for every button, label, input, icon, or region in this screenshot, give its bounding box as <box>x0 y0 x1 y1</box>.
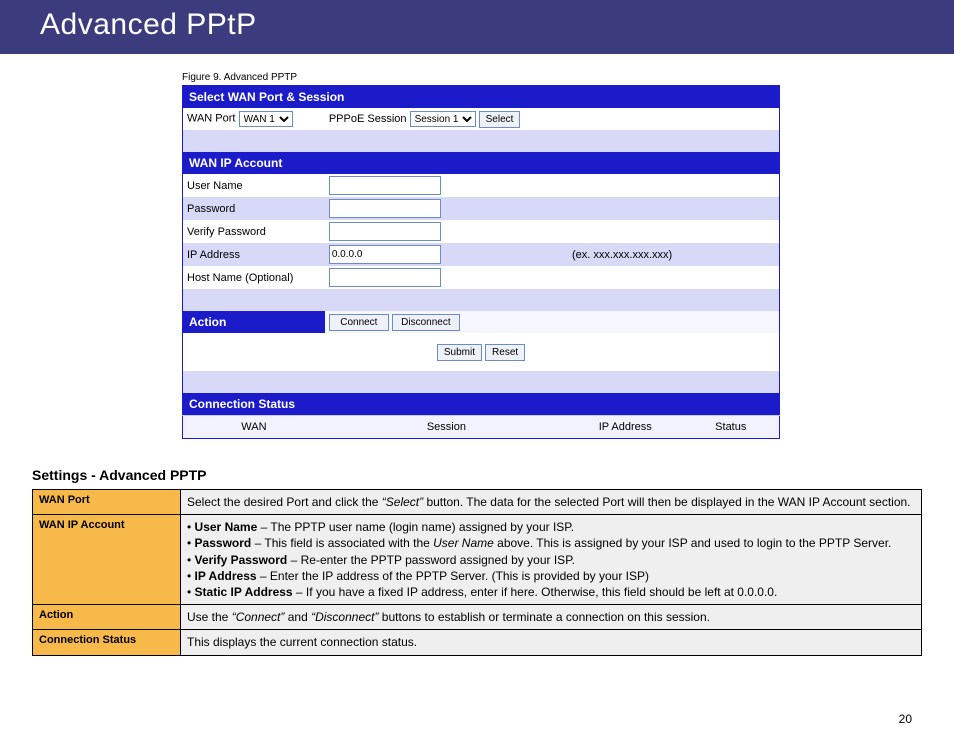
password-input[interactable] <box>329 199 441 218</box>
connect-button[interactable]: Connect <box>329 314 389 331</box>
section-action: Action <box>183 311 325 333</box>
host-name-input[interactable] <box>329 268 441 287</box>
password-label: Password <box>183 197 325 220</box>
ip-address-hint: (ex. xxx.xxx.xxx.xxx) <box>568 243 780 266</box>
status-col-ip: IP Address <box>568 416 683 439</box>
figure-caption: Figure 9. Advanced PPTP <box>182 72 954 83</box>
submit-button[interactable]: Submit <box>437 344 482 361</box>
pppoe-session-label: PPPoE Session <box>329 113 407 125</box>
help-label: WAN Port <box>33 490 181 515</box>
verify-password-input[interactable] <box>329 222 441 241</box>
help-desc: This displays the current connection sta… <box>181 630 922 655</box>
user-name-label: User Name <box>183 174 325 197</box>
wan-port-select[interactable]: WAN 1 <box>239 111 293 127</box>
section-wan-ip: WAN IP Account <box>183 152 780 174</box>
status-col-wan: WAN <box>183 416 325 439</box>
host-name-label: Host Name (Optional) <box>183 266 325 289</box>
section-select-wan: Select WAN Port & Session <box>183 86 780 109</box>
reset-button[interactable]: Reset <box>485 344 525 361</box>
verify-password-label: Verify Password <box>183 220 325 243</box>
page-number: 20 <box>899 712 912 726</box>
pptp-config-figure: Select WAN Port & Session WAN Port WAN 1… <box>182 85 780 439</box>
help-desc: Select the desired Port and click the “S… <box>181 490 922 515</box>
help-table: WAN PortSelect the desired Port and clic… <box>32 489 922 656</box>
select-button[interactable]: Select <box>479 111 521 128</box>
ip-address-label: IP Address <box>183 243 325 266</box>
help-label: Action <box>33 605 181 630</box>
help-label: Connection Status <box>33 630 181 655</box>
help-title: Settings - Advanced PPTP <box>32 467 922 483</box>
wan-port-label: WAN Port <box>187 113 236 125</box>
help-desc: Use the “Connect” and “Disconnect” butto… <box>181 605 922 630</box>
user-name-input[interactable] <box>329 176 441 195</box>
status-col-status: Status <box>683 416 780 439</box>
help-desc: • User Name – The PPTP user name (login … <box>181 515 922 605</box>
section-conn-status: Connection Status <box>183 393 780 416</box>
ip-address-input[interactable] <box>329 245 441 264</box>
pppoe-session-select[interactable]: Session 1 <box>410 111 476 127</box>
help-label: WAN IP Account <box>33 515 181 605</box>
page-title: Advanced PPtP <box>0 0 954 54</box>
status-col-session: Session <box>325 416 568 439</box>
disconnect-button[interactable]: Disconnect <box>392 314 460 331</box>
